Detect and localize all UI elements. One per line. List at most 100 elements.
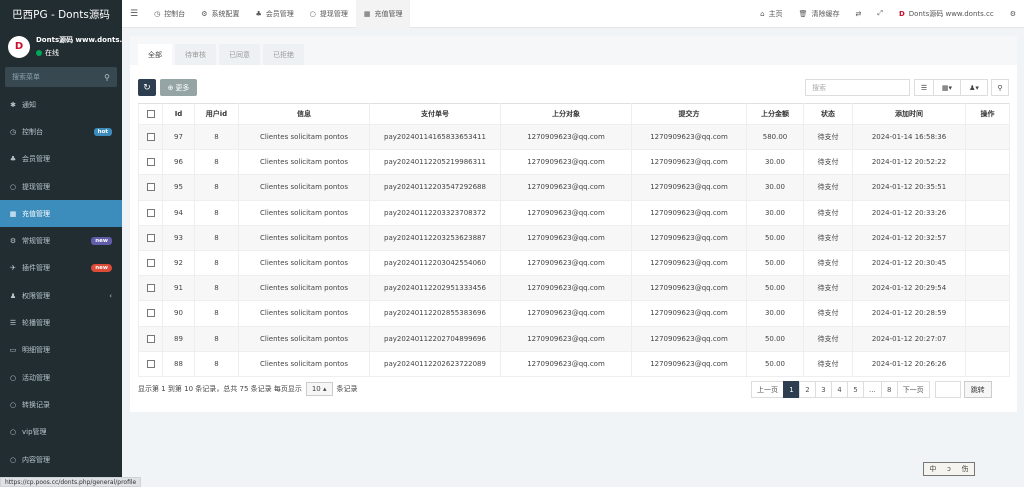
refresh-button[interactable]: ↻	[138, 79, 156, 96]
sidebar-item-permissions[interactable]: ♟ 权限管理 ‹	[0, 282, 122, 309]
brand-logo-text[interactable]: 巴西PG - Donts源码	[0, 0, 122, 28]
cell-order-no: pay20240112203323708372	[369, 199, 501, 226]
column-header-info[interactable]: 信息	[238, 103, 370, 125]
cell-status: 待支付	[803, 174, 853, 201]
row-checkbox[interactable]	[146, 334, 155, 343]
row-checkbox[interactable]	[146, 233, 155, 242]
cell-order-no: pay20240112205219986311	[369, 149, 501, 176]
row-checkbox[interactable]	[146, 208, 155, 217]
user-menu[interactable]: D Donts源码 www.donts.cc	[891, 0, 1002, 28]
sidebar-item-general[interactable]: ⚙ 常规管理 new	[0, 227, 122, 254]
tab-recharge[interactable]: ▦ 充值管理	[355, 0, 411, 28]
row-checkbox[interactable]	[146, 158, 155, 167]
sidebar-item-vip[interactable]: ○ vip管理	[0, 419, 122, 446]
sidebar-item-details[interactable]: ▭ 明细管理	[0, 337, 122, 364]
tab-dashboard[interactable]: ◷ 控制台	[146, 0, 193, 28]
cell-order-no: pay20240112202951333456	[369, 275, 501, 302]
cell-info: Clientes solicitam pontos	[238, 300, 370, 327]
language-button[interactable]: ⇄	[847, 0, 869, 28]
row-checkbox[interactable]	[146, 309, 155, 318]
sidebar-item-withdraw[interactable]: ○ 提现管理	[0, 173, 122, 200]
table-row[interactable]: 96 8 Clientes solicitam pontos pay202401122…	[138, 149, 1010, 176]
export-button[interactable]: ♟▾	[960, 79, 988, 96]
sidebar-item-activities[interactable]: ○ 活动管理	[0, 364, 122, 391]
table-row[interactable]: 91 8 Clientes solicitam pontos pay202401122…	[138, 275, 1010, 302]
column-header-id[interactable]: Id	[162, 103, 195, 125]
table-header-row: Id 用户id 信息 支付单号 上分对象 提交方 上分金额 状态 添加时间 操作	[138, 103, 1010, 125]
page-button[interactable]: 5	[847, 381, 864, 398]
column-header-created[interactable]: 添加时间	[852, 103, 966, 125]
page-jump-button[interactable]: 跳转	[963, 381, 992, 398]
cell-amount: 30.00	[746, 174, 804, 201]
row-checkbox[interactable]	[146, 183, 155, 192]
sidebar-item-recharge[interactable]: ▦ 充值管理	[0, 200, 122, 228]
tab-pending[interactable]: 待审核	[175, 44, 216, 65]
page-size-select[interactable]: 10 ▴	[305, 382, 333, 396]
cell-target: 1270909623@qq.com	[500, 149, 632, 176]
toggle-view-button[interactable]: ☰	[914, 79, 934, 96]
table-row[interactable]: 88 8 Clientes solicitam pontos pay202401122…	[138, 350, 1010, 377]
main-panel: 全部 待审核 已同意 已拒绝 ↻ ⊕更多 ☰ ▦▾ ♟▾ ⚲ Id 用户id 信…	[130, 36, 1017, 412]
column-header-target[interactable]: 上分对象	[500, 103, 632, 125]
sidebar-item-notice[interactable]: ✱ 通知	[0, 91, 122, 118]
avatar[interactable]: D	[8, 35, 30, 58]
column-header-user-id[interactable]: 用户id	[194, 103, 239, 125]
sidebar-item-conversion[interactable]: ○ 转换记录	[0, 391, 122, 418]
rocket-icon: ✈	[10, 264, 16, 273]
tab-approved[interactable]: 已同意	[219, 44, 260, 65]
tab-all[interactable]: 全部	[138, 44, 172, 65]
page-next-button[interactable]: 下一页	[896, 381, 930, 398]
tab-members[interactable]: ♣ 会员管理	[247, 0, 301, 28]
row-checkbox[interactable]	[146, 259, 155, 268]
row-checkbox[interactable]	[146, 133, 155, 142]
more-button[interactable]: ⊕ 更多	[160, 79, 197, 96]
list-icon: ☰	[920, 83, 928, 92]
clear-cache-button[interactable]: 🗑 清除缓存	[791, 0, 848, 28]
page-button[interactable]: 4	[831, 381, 848, 398]
table-row[interactable]: 97 8 Clientes solicitam pontos pay202401141…	[138, 123, 1010, 151]
column-header-amount[interactable]: 上分金额	[746, 103, 804, 125]
online-dot-icon	[36, 50, 42, 56]
page-jump-input[interactable]	[934, 381, 961, 398]
row-checkbox[interactable]	[146, 284, 155, 293]
sidebar-toggle-button[interactable]: ☰	[122, 0, 146, 28]
sidebar-item-content[interactable]: ○ 内容管理	[0, 446, 122, 473]
table-row[interactable]: 89 8 Clientes solicitam pontos pay202401122…	[138, 325, 1010, 352]
cell-actions	[965, 174, 1010, 201]
tab-system-config[interactable]: ⚙ 系统配置	[193, 0, 247, 28]
table-row[interactable]: 94 8 Clientes solicitam pontos pay202401122…	[138, 199, 1010, 226]
circle-icon: ○	[9, 182, 17, 191]
column-header-status[interactable]: 状态	[803, 103, 853, 125]
table-search-input[interactable]	[805, 79, 910, 96]
settings-button[interactable]: ⚙	[1002, 0, 1024, 28]
sidebar-item-plugins[interactable]: ✈ 插件管理 new	[0, 255, 122, 282]
table-row[interactable]: 90 8 Clientes solicitam pontos pay202401122…	[138, 300, 1010, 327]
sidebar-item-members[interactable]: ♣ 会员管理	[0, 146, 122, 173]
table-row[interactable]: 93 8 Clientes solicitam pontos pay202401122…	[138, 224, 1010, 251]
table-row[interactable]: 92 8 Clientes solicitam pontos pay202401122…	[138, 249, 1010, 277]
column-header-submitter[interactable]: 提交方	[631, 103, 747, 125]
table-row[interactable]: 95 8 Clientes solicitam pontos pay202401122…	[138, 174, 1010, 201]
select-all-checkbox[interactable]	[146, 110, 155, 118]
sidebar-item-dashboard[interactable]: ◷ 控制台 hot	[0, 118, 122, 145]
tab-rejected[interactable]: 已拒绝	[263, 44, 304, 65]
cell-id: 95	[162, 174, 195, 201]
fullscreen-button[interactable]: ⤢	[869, 0, 891, 28]
sidebar-item-carousel[interactable]: ☰ 轮播管理	[0, 309, 122, 336]
page-button[interactable]: 8	[880, 381, 898, 398]
cell-target: 1270909623@qq.com	[500, 275, 632, 302]
page-button[interactable]: 2	[799, 381, 816, 398]
home-button[interactable]: ⌂ 主页	[752, 0, 790, 28]
tab-withdraw[interactable]: ○ 提现管理	[302, 0, 356, 28]
column-header-order-no[interactable]: 支付单号	[369, 103, 501, 125]
columns-button[interactable]: ▦▾	[933, 79, 961, 96]
column-header-actions: 操作	[965, 103, 1010, 125]
search-icon[interactable]: ⚲	[104, 73, 110, 82]
fullscreen-icon: ⤢	[877, 9, 883, 17]
page-button[interactable]: 1	[783, 381, 800, 398]
row-checkbox[interactable]	[146, 359, 155, 368]
page-prev-button[interactable]: 上一页	[751, 381, 784, 398]
sidebar-search-input[interactable]	[12, 73, 92, 81]
advanced-search-button[interactable]: ⚲	[991, 79, 1009, 96]
page-button[interactable]: 3	[815, 381, 832, 398]
